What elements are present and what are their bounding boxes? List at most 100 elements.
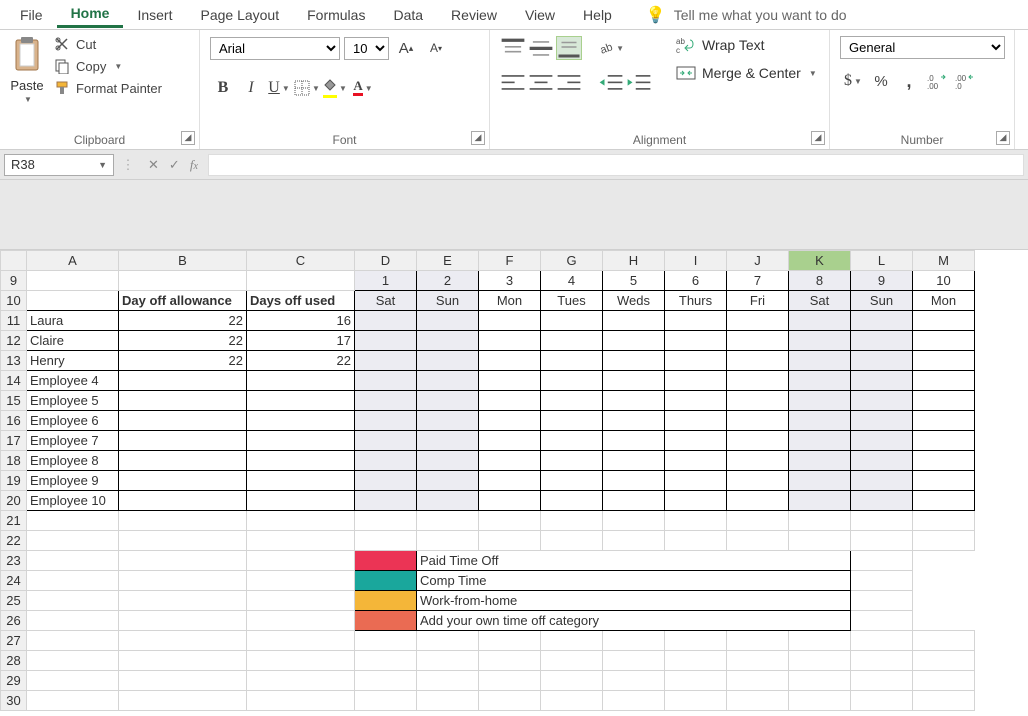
row-header-17[interactable]: 17 [1,431,27,451]
row-header-29[interactable]: 29 [1,671,27,691]
day-cell[interactable] [541,351,603,371]
employee-name[interactable]: Henry [27,351,119,371]
legend-color[interactable] [355,571,417,591]
cell[interactable] [119,671,247,691]
increase-decimal-button[interactable]: .0.00 [924,69,950,93]
cell[interactable] [727,651,789,671]
comma-button[interactable]: , [896,69,922,93]
menu-item-file[interactable]: File [6,3,57,27]
cell[interactable] [247,611,355,631]
cell[interactable] [119,651,247,671]
cell[interactable] [851,531,913,551]
day-cell[interactable] [417,491,479,511]
menu-item-formulas[interactable]: Formulas [293,3,379,27]
cell[interactable] [541,531,603,551]
cell[interactable] [355,531,417,551]
day-cell[interactable] [417,351,479,371]
cell[interactable] [355,651,417,671]
align-top-button[interactable] [500,36,526,60]
cell[interactable] [479,651,541,671]
day-cell[interactable] [789,411,851,431]
day-cell[interactable] [603,411,665,431]
day-cell[interactable] [417,411,479,431]
day-cell[interactable] [479,491,541,511]
cell[interactable] [851,591,913,611]
cell[interactable] [27,271,119,291]
legend-color[interactable] [355,551,417,571]
employee-name[interactable]: Employee 10 [27,491,119,511]
column-header-F[interactable]: F [479,251,541,271]
cell[interactable] [119,591,247,611]
cell[interactable] [119,611,247,631]
day-cell[interactable] [417,431,479,451]
allowance-header[interactable]: Day off allowance [119,291,247,311]
cell[interactable] [247,691,355,711]
cell[interactable] [119,631,247,651]
day-cell[interactable] [789,311,851,331]
menu-item-help[interactable]: Help [569,3,626,27]
day-cell[interactable] [851,451,913,471]
cell[interactable] [851,651,913,671]
day-cell[interactable] [355,311,417,331]
decrease-font-button[interactable]: A▾ [423,36,449,60]
cell[interactable] [603,651,665,671]
day-cell[interactable] [603,331,665,351]
menu-item-data[interactable]: Data [379,3,437,27]
fill-color-button[interactable]: ▼ [322,76,348,100]
day-cell[interactable] [355,351,417,371]
day-cell[interactable] [541,451,603,471]
date-header[interactable]: 6 [665,271,727,291]
align-left-button[interactable] [500,70,526,94]
insert-function-button[interactable]: fx [190,157,198,173]
cell[interactable] [789,651,851,671]
column-header-J[interactable]: J [727,251,789,271]
cell[interactable] [913,651,975,671]
row-header-11[interactable]: 11 [1,311,27,331]
day-cell[interactable] [479,331,541,351]
cell[interactable] [119,691,247,711]
day-cell[interactable] [913,411,975,431]
allowance-cell[interactable]: 22 [119,351,247,371]
cell[interactable] [27,651,119,671]
cell[interactable] [541,631,603,651]
select-all-corner[interactable] [1,251,27,271]
spreadsheet-grid[interactable]: ABCDEFGHIJKLM91234567891010Day off allow… [0,250,1028,711]
column-header-G[interactable]: G [541,251,603,271]
day-cell[interactable] [355,391,417,411]
used-cell[interactable] [247,371,355,391]
column-header-H[interactable]: H [603,251,665,271]
cell[interactable] [247,551,355,571]
row-header-28[interactable]: 28 [1,651,27,671]
day-cell[interactable] [479,391,541,411]
cell[interactable] [119,571,247,591]
used-cell[interactable] [247,451,355,471]
column-header-C[interactable]: C [247,251,355,271]
cell[interactable] [603,671,665,691]
cell[interactable] [851,671,913,691]
cell[interactable] [119,551,247,571]
day-cell[interactable] [665,331,727,351]
day-cell[interactable] [665,351,727,371]
day-cell[interactable] [727,471,789,491]
day-cell[interactable] [541,491,603,511]
cell[interactable] [27,671,119,691]
column-header-A[interactable]: A [27,251,119,271]
copy-button[interactable]: Copy ▼ [54,58,162,74]
day-cell[interactable] [913,451,975,471]
cell[interactable] [479,511,541,531]
cell[interactable] [417,511,479,531]
day-cell[interactable] [665,491,727,511]
font-color-button[interactable]: A ▼ [350,76,376,100]
cell[interactable] [27,611,119,631]
tell-me-search[interactable]: 💡Tell me what you want to do [646,5,847,25]
cell[interactable] [479,531,541,551]
cell[interactable] [119,271,247,291]
dialog-launcher-number[interactable]: ◢ [996,131,1010,145]
day-cell[interactable] [851,351,913,371]
cell[interactable] [541,671,603,691]
used-cell[interactable] [247,431,355,451]
employee-name[interactable]: Employee 6 [27,411,119,431]
dialog-launcher-clipboard[interactable]: ◢ [181,131,195,145]
number-format-select[interactable]: General [840,36,1005,59]
cell[interactable] [665,691,727,711]
